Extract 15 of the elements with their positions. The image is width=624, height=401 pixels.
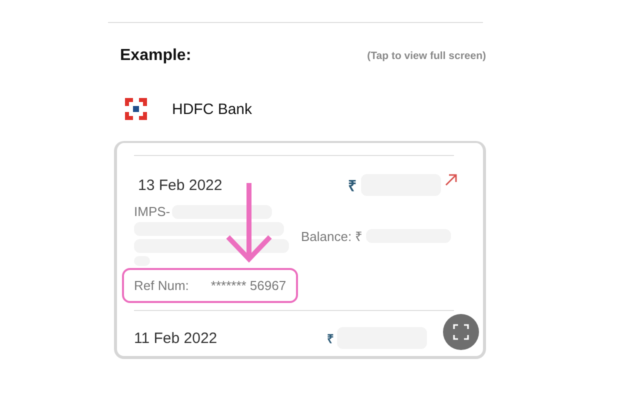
- bank-logo-icon: [125, 98, 147, 120]
- ref-value: ******* 56967: [210, 278, 286, 293]
- ref-label: Ref Num:: [134, 278, 189, 293]
- currency-symbol: ₹: [327, 330, 334, 346]
- fullscreen-button[interactable]: [443, 314, 479, 350]
- transaction-description: IMPS-: [134, 204, 170, 219]
- transaction-date: 11 Feb 2022: [134, 330, 218, 346]
- currency-symbol: ₹: [348, 177, 357, 195]
- transaction-date: 13 Feb 2022: [138, 176, 222, 194]
- fullscreen-icon: [453, 324, 469, 340]
- balance-label: Balance: ₹: [301, 228, 362, 245]
- arrow-up-right-icon: [445, 174, 457, 186]
- section-title: Example:: [120, 47, 192, 65]
- fullscreen-hint: (Tap to view full screen): [367, 50, 486, 62]
- bank-name: HDFC Bank: [172, 100, 252, 118]
